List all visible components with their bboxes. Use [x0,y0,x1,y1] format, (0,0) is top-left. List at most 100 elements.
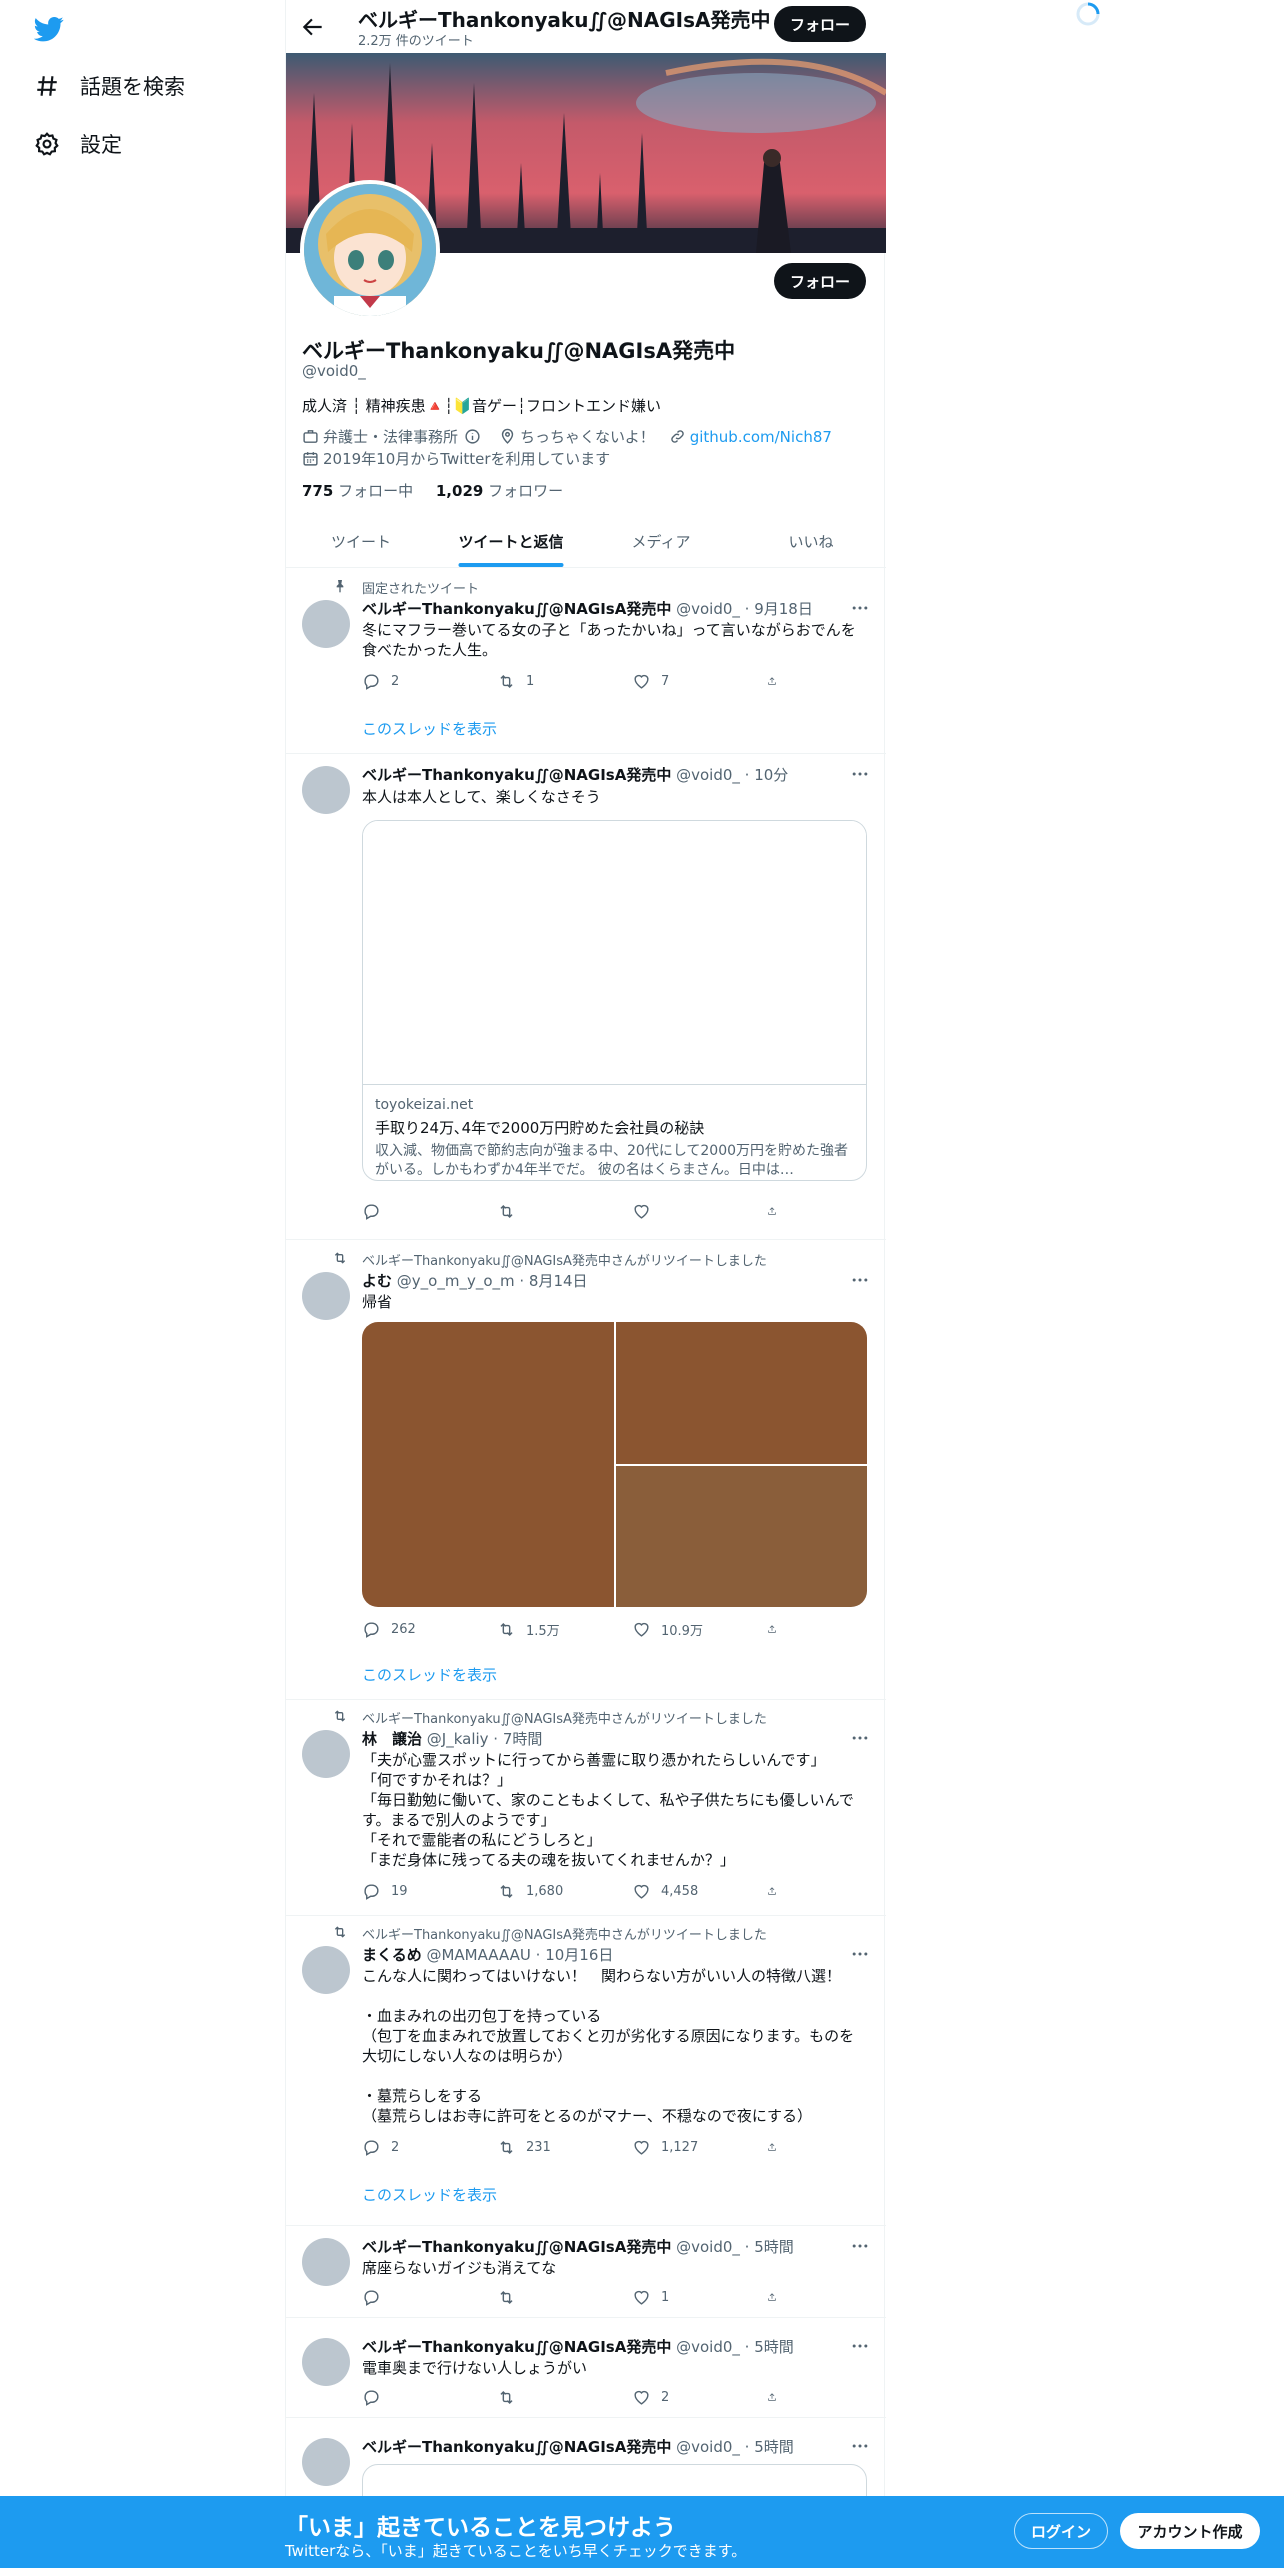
more-options-icon[interactable] [850,2336,870,2356]
reply-button[interactable] [362,1202,497,1221]
like-button[interactable] [632,1202,767,1221]
tweet-author-name[interactable]: 林 譲治 [362,1730,422,1748]
nav-explore[interactable]: 話題を検索 [34,66,185,106]
like-button[interactable]: 4,458 [632,1882,767,1901]
heart-icon [634,2290,649,2305]
more-options-icon[interactable] [850,1944,870,1964]
tweet[interactable]: ベルギーThankonyaku∬@NAGIsA発売中さんがリツイートしました よ… [286,1240,886,1700]
tweet-author-name[interactable]: ベルギーThankonyaku∬@NAGIsA発売中 [362,2238,671,2256]
share-button[interactable] [767,2288,787,2307]
tab-media[interactable]: メディア [586,515,736,567]
topbar-follow-button[interactable]: フォロー [774,6,866,42]
tweet-author-name[interactable]: ベルギーThankonyaku∬@NAGIsA発売中 [362,2438,671,2456]
tweet-text: 席座らないガイジも消えてな [362,2259,557,2277]
tweet[interactable]: ベルギーThankonyaku∬@NAGIsA発売中 @void0_ · 5時間… [286,2318,886,2418]
reply-button[interactable] [362,2288,497,2307]
retweet-button[interactable]: 1.5万 [497,1620,632,1639]
like-button[interactable]: 7 [632,672,767,691]
tweet-author-name[interactable]: ベルギーThankonyaku∬@NAGIsA発売中 [362,2338,671,2356]
share-button[interactable] [767,2388,787,2407]
show-thread-link[interactable]: このスレッドを表示 [362,1664,497,1685]
like-button[interactable]: 2 [632,2388,767,2407]
share-button[interactable] [767,2138,787,2157]
reply-button[interactable]: 19 [362,1882,497,1901]
more-options-icon[interactable] [850,2436,870,2456]
tweet-header: ベルギーThankonyaku∬@NAGIsA発売中 @void0_ · 5時間 [362,2236,794,2257]
following-link[interactable]: 775 フォロー中 [302,482,413,500]
reply-icon [364,2290,379,2306]
twitter-logo-icon[interactable] [34,14,64,44]
show-thread-link[interactable]: このスレッドを表示 [362,718,497,739]
tweet-author-name[interactable]: まくるめ [362,1946,422,1964]
share-button[interactable] [767,1882,787,1901]
retweet-context-icon [334,1710,346,1722]
more-options-icon[interactable] [850,1728,870,1748]
retweet-context-icon [334,1252,346,1264]
reply-button[interactable]: 2 [362,2138,497,2157]
like-button[interactable]: 1 [632,2288,767,2307]
avatar-image [304,184,436,316]
retweet-button[interactable]: 1,680 [497,1882,632,1901]
back-arrow-icon[interactable] [300,14,326,40]
share-button[interactable] [767,1620,787,1639]
tweet-actions: 2 1 7 [362,672,792,691]
tweet-author-name[interactable]: よむ [362,1272,392,1290]
tweet[interactable]: ベルギーThankonyaku∬@NAGIsA発売中さんがリツイートしました 林… [286,1700,886,1916]
login-button[interactable]: ログイン [1014,2513,1108,2549]
share-button[interactable] [767,672,787,691]
more-options-icon[interactable] [850,1270,870,1290]
retweet-button[interactable] [497,1202,632,1221]
info-icon[interactable] [464,428,481,445]
more-options-icon[interactable] [850,764,870,784]
avatar[interactable] [302,1946,350,1994]
signup-banner: 「いま」起きていることを見つけよう Twitterなら、「いま」起きていることを… [0,2496,1284,2568]
profile-follow-button[interactable]: フォロー [774,263,866,299]
retweet-button[interactable] [497,2388,632,2407]
share-icon [768,2393,776,2401]
media-image[interactable] [362,1322,614,1607]
like-button[interactable]: 1,127 [632,2138,767,2157]
avatar[interactable] [302,1272,350,1320]
avatar[interactable] [302,2338,350,2386]
location-pin-icon [501,428,514,444]
tweet[interactable]: ベルギーThankonyaku∬@NAGIsA発売中 @void0_ · 10分… [286,754,886,1240]
nav-settings[interactable]: 設定 [34,124,122,164]
profile-avatar[interactable] [300,180,440,320]
tweet-author-name[interactable]: ベルギーThankonyaku∬@NAGIsA発売中 [362,766,671,784]
avatar[interactable] [302,766,350,814]
avatar[interactable] [302,600,350,648]
followers-link[interactable]: 1,029 フォロワー [436,482,563,500]
tab-likes[interactable]: いいね [736,515,886,567]
more-options-icon[interactable] [850,598,870,618]
show-thread-link[interactable]: このスレッドを表示 [362,2184,497,2205]
tweet[interactable]: ベルギーThankonyaku∬@NAGIsA発売中さんがリツイートしました ま… [286,1916,886,2226]
retweet-button[interactable]: 231 [497,2138,632,2157]
tweet[interactable]: 固定されたツイート ベルギーThankonyaku∬@NAGIsA発売中 @vo… [286,568,886,754]
avatar[interactable] [302,1730,350,1778]
reply-button[interactable]: 2 [362,672,497,691]
profile-website-link[interactable]: github.com/Nich87 [690,428,832,446]
link-card[interactable]: toyokeizai.net 手取り24万､4年で2000万円貯めた会社員の秘訣… [362,820,867,1181]
tab-tweets-and-replies[interactable]: ツイートと返信 [436,515,586,567]
more-options-icon[interactable] [850,2236,870,2256]
avatar[interactable] [302,2438,350,2486]
share-icon [768,1887,776,1895]
tweet-text: 本人は本人として、楽しくなさそう [362,788,601,806]
avatar[interactable] [302,2238,350,2286]
media-image[interactable] [615,1465,867,1607]
retweet-button[interactable]: 1 [497,672,632,691]
tweet-author-name[interactable]: ベルギーThankonyaku∬@NAGIsA発売中 [362,600,671,618]
media-image[interactable] [615,1322,867,1464]
share-button[interactable] [767,1202,787,1221]
like-button[interactable]: 10.9万 [632,1620,767,1639]
tweet[interactable]: ベルギーThankonyaku∬@NAGIsA発売中 @void0_ · 5時間… [286,2226,886,2318]
signup-button[interactable]: アカウント作成 [1120,2513,1260,2549]
tweet-text: 冬にマフラー巻いてる女の子と「あったかいね」って言いながらおでんを食べたかった人… [362,621,856,659]
reply-button[interactable]: 262 [362,1620,497,1639]
followers-label: フォロワー [483,482,564,500]
retweet-button[interactable] [497,2288,632,2307]
retweet-count: 1.5万 [526,1624,560,1639]
tab-tweets[interactable]: ツイート [286,515,436,567]
heart-icon [634,1884,649,1899]
reply-button[interactable] [362,2388,497,2407]
